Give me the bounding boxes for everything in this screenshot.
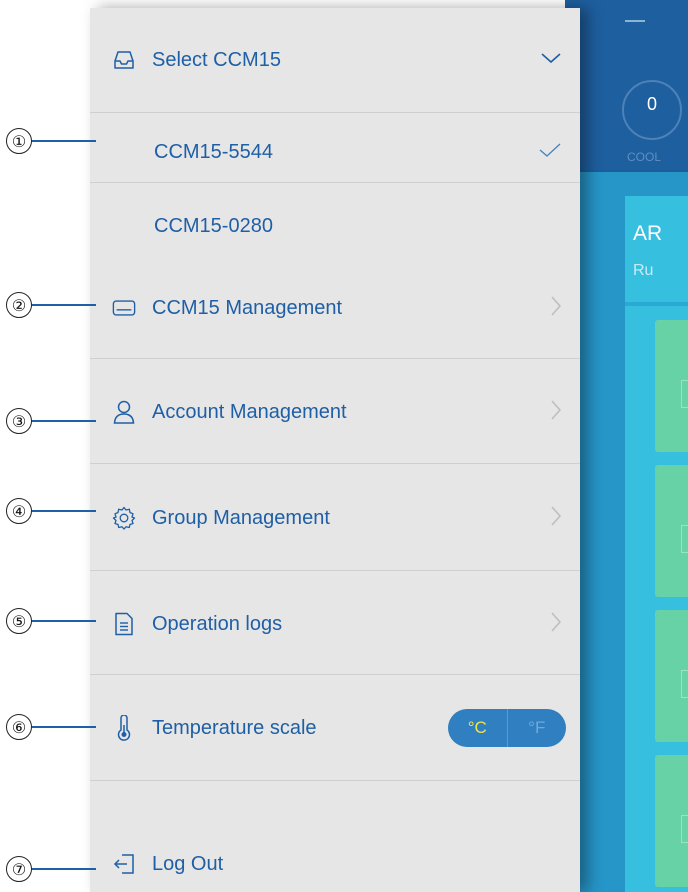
callout-line [32,510,96,512]
fahrenheit-option[interactable]: °F [506,709,567,747]
callout-1: ① [6,128,96,156]
mode-counter[interactable]: 0 [622,80,682,140]
device-label: CCM15-5544 [154,140,273,163]
chevron-down-icon [540,51,562,70]
divider [90,570,580,571]
device-icon [112,296,136,320]
group-management-item[interactable]: Group Management [90,494,580,542]
device-label: CCM15-0280 [154,214,273,237]
select-ccm15-dropdown[interactable]: Select CCM15 [90,36,580,84]
temperature-unit-toggle[interactable]: °C °F [448,709,566,747]
divider [90,112,580,113]
device-option-ccm15-0280[interactable]: CCM15-0280 [90,204,580,248]
panel-divider [625,302,688,306]
temperature-scale-item: Temperature scale °C °F [90,704,580,752]
callout-line [32,420,96,422]
area-subtitle: Ru [633,262,654,279]
account-management-label: Account Management [152,400,347,423]
side-menu: Select CCM15 CCM15-5544 CCM15-0280 CCM15… [90,8,580,892]
logout-icon [112,852,136,876]
checkmark-icon [538,142,562,163]
logout-item[interactable]: Log Out [90,842,580,886]
callout-2: ② [6,292,96,320]
callout-number: ⑥ [6,714,32,740]
chevron-right-icon [550,399,562,426]
divider [90,182,580,183]
callout-line [32,304,96,306]
callout-5: ⑤ [6,608,96,636]
area-title: AR [633,222,663,245]
operation-logs-label: Operation logs [152,612,283,635]
callout-number: ④ [6,498,32,524]
document-icon [112,612,136,636]
callout-line [32,726,96,728]
gear-icon [112,506,136,530]
callout-4: ④ [6,498,96,526]
ccm15-management-label: CCM15 Management [152,296,343,319]
logout-label: Log Out [152,852,224,875]
callout-line [32,140,96,142]
divider [90,674,580,675]
device-option-ccm15-5544[interactable]: CCM15-5544 [90,130,580,174]
chevron-right-icon [550,611,562,638]
callout-6: ⑥ [6,714,96,742]
callout-number: ⑤ [6,608,32,634]
callout-line [32,620,96,622]
temperature-scale-label: Temperature scale [152,716,317,739]
chevron-right-icon [550,295,562,322]
callout-7: ⑦ [6,856,96,884]
callout-number: ② [6,292,32,318]
thermometer-icon [112,715,136,741]
select-ccm15-label: Select CCM15 [152,48,281,71]
callout-number: ⑦ [6,856,32,882]
operation-logs-item[interactable]: Operation logs [90,600,580,648]
person-icon [112,400,136,424]
mode-label: COOL [627,150,662,164]
group-management-label: Group Management [152,506,330,529]
divider [90,463,580,464]
unit-tile[interactable] [655,610,688,742]
hamburger-icon[interactable] [625,20,645,22]
callout-3: ③ [6,408,96,436]
mode-counter-value: 0 [646,94,657,114]
app-background: 0 COOL AR Ru [565,0,688,892]
divider [90,358,580,359]
ccm15-management-item[interactable]: CCM15 Management [90,284,580,332]
celsius-option[interactable]: °C [448,709,507,747]
account-management-item[interactable]: Account Management [90,388,580,436]
unit-tile[interactable] [655,320,688,452]
callout-number: ③ [6,408,32,434]
chevron-right-icon [550,505,562,532]
unit-tile[interactable] [655,465,688,597]
app-header: 0 COOL [565,0,688,170]
callout-number: ① [6,128,32,154]
unit-tile[interactable] [655,755,688,887]
divider [90,780,580,781]
callout-line [32,868,96,870]
tray-icon [112,48,136,72]
